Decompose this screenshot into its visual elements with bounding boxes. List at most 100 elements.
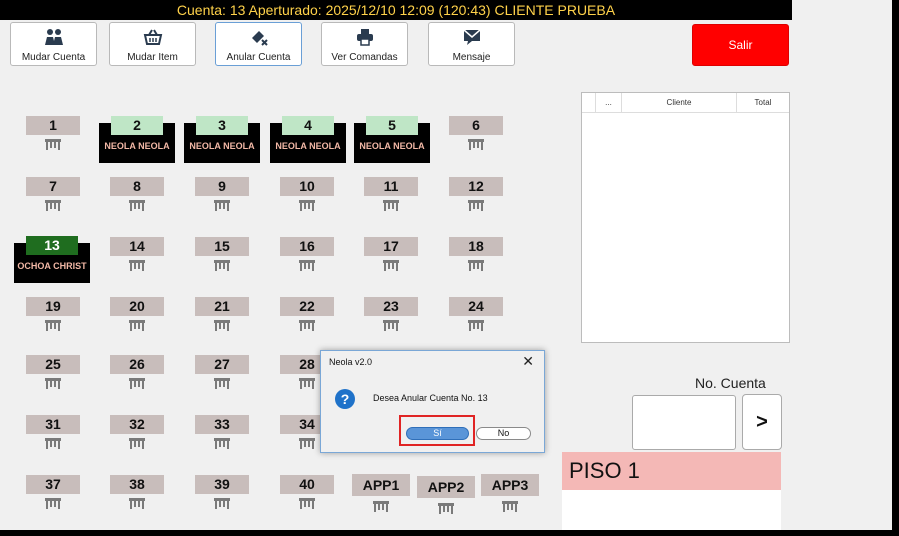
table-number: 10	[280, 177, 334, 196]
table-23[interactable]: 23	[362, 297, 420, 335]
table-37[interactable]: 37	[24, 475, 82, 513]
table-number: 11	[364, 177, 418, 196]
table-25[interactable]: 25	[24, 355, 82, 393]
table-number: 5	[366, 116, 418, 135]
table-number: 18	[449, 237, 503, 256]
table-icon	[129, 260, 145, 271]
col-dots: ...	[596, 93, 622, 113]
table-27[interactable]: 27	[193, 355, 251, 393]
ver-comandas-button[interactable]: Ver Comandas	[321, 22, 408, 66]
table-22[interactable]: 22	[278, 297, 336, 335]
floor-label[interactable]: PISO 1	[562, 452, 781, 490]
table-number: 33	[195, 415, 249, 434]
table-13[interactable]: 13 OCHOA CHRIST	[14, 236, 90, 283]
table-app2[interactable]: APP2	[417, 476, 475, 520]
table-39[interactable]: 39	[193, 475, 251, 513]
table-icon	[129, 438, 145, 449]
table-icon	[45, 200, 61, 211]
table-icon	[299, 320, 315, 331]
table-5[interactable]: 5 NEOLA NEOLA	[354, 116, 430, 163]
table-number: 1	[26, 116, 80, 135]
table-number: 37	[26, 475, 80, 494]
table-number: APP2	[417, 476, 475, 498]
table-icon	[373, 501, 389, 512]
table-24[interactable]: 24	[447, 297, 505, 335]
table-6[interactable]: 6	[447, 116, 505, 154]
table-icon	[299, 378, 315, 389]
table-19[interactable]: 19	[24, 297, 82, 335]
table-11[interactable]: 11	[362, 177, 420, 215]
table-number: 38	[110, 475, 164, 494]
mudar-cuenta-button[interactable]: Mudar Cuenta	[10, 22, 97, 66]
confirm-dialog: Neola v2.0 ✕ ? Desea Anular Cuenta No. 1…	[320, 350, 545, 453]
accounts-grid[interactable]: ... Cliente Total	[581, 92, 790, 343]
table-icon	[45, 378, 61, 389]
close-icon[interactable]: ✕	[522, 353, 534, 370]
table-icon	[129, 320, 145, 331]
table-7[interactable]: 7	[24, 177, 82, 215]
table-number: 23	[364, 297, 418, 316]
ver-comandas-label: Ver Comandas	[331, 52, 398, 63]
table-icon	[468, 200, 484, 211]
table-number: 14	[110, 237, 164, 256]
table-21[interactable]: 21	[193, 297, 251, 335]
floor-list-area	[562, 490, 781, 530]
mudar-item-button[interactable]: Mudar Item	[109, 22, 196, 66]
table-2[interactable]: 2 NEOLA NEOLA	[99, 116, 175, 163]
table-number: 21	[195, 297, 249, 316]
table-number: 12	[449, 177, 503, 196]
client-name: NEOLA NEOLA	[359, 141, 425, 151]
table-16[interactable]: 16	[278, 237, 336, 275]
mudar-cuenta-label: Mudar Cuenta	[21, 52, 86, 63]
table-icon	[214, 438, 230, 449]
table-33[interactable]: 33	[193, 415, 251, 453]
table-number: 16	[280, 237, 334, 256]
table-number: 13	[26, 236, 78, 255]
go-account-button[interactable]: >	[742, 394, 782, 450]
move-people-icon	[44, 26, 64, 48]
table-icon	[502, 501, 518, 512]
table-1[interactable]: 1	[24, 116, 82, 154]
table-icon	[383, 320, 399, 331]
table-17[interactable]: 17	[362, 237, 420, 275]
no-cuenta-label: No. Cuenta	[695, 375, 766, 391]
mensaje-button[interactable]: Mensaje	[428, 22, 515, 66]
table-number: 25	[26, 355, 80, 374]
table-icon	[45, 498, 61, 509]
window-edge	[792, 0, 892, 530]
table-app1[interactable]: APP1	[352, 474, 410, 518]
table-18[interactable]: 18	[447, 237, 505, 275]
table-icon	[214, 320, 230, 331]
anular-cuenta-button[interactable]: Anular Cuenta	[215, 22, 302, 66]
pos-window: Cuenta: 13 Aperturado: 2025/12/10 12:09 …	[0, 0, 892, 530]
table-9[interactable]: 9	[193, 177, 251, 215]
table-number: 4	[282, 116, 334, 135]
table-40[interactable]: 40	[278, 475, 336, 513]
table-number: 6	[449, 116, 503, 135]
client-name: NEOLA NEOLA	[275, 141, 341, 151]
yes-button[interactable]: Sí	[406, 427, 469, 440]
table-32[interactable]: 32	[108, 415, 166, 453]
table-app3[interactable]: APP3	[481, 474, 539, 518]
table-icon	[438, 503, 454, 514]
accounts-grid-header: ... Cliente Total	[582, 93, 789, 113]
table-31[interactable]: 31	[24, 415, 82, 453]
no-button[interactable]: No	[476, 427, 531, 440]
table-3[interactable]: 3 NEOLA NEOLA	[184, 116, 260, 163]
account-number-input[interactable]	[632, 395, 736, 450]
table-8[interactable]: 8	[108, 177, 166, 215]
table-38[interactable]: 38	[108, 475, 166, 513]
salir-button[interactable]: Salir	[692, 24, 789, 66]
table-14[interactable]: 14	[108, 237, 166, 275]
table-number: 2	[111, 116, 163, 135]
mensaje-label: Mensaje	[452, 52, 491, 63]
table-15[interactable]: 15	[193, 237, 251, 275]
table-icon	[45, 320, 61, 331]
table-20[interactable]: 20	[108, 297, 166, 335]
table-12[interactable]: 12	[447, 177, 505, 215]
table-number: 26	[110, 355, 164, 374]
table-4[interactable]: 4 NEOLA NEOLA	[270, 116, 346, 163]
table-10[interactable]: 10	[278, 177, 336, 215]
account-header: Cuenta: 13 Aperturado: 2025/12/10 12:09 …	[0, 0, 792, 20]
table-26[interactable]: 26	[108, 355, 166, 393]
